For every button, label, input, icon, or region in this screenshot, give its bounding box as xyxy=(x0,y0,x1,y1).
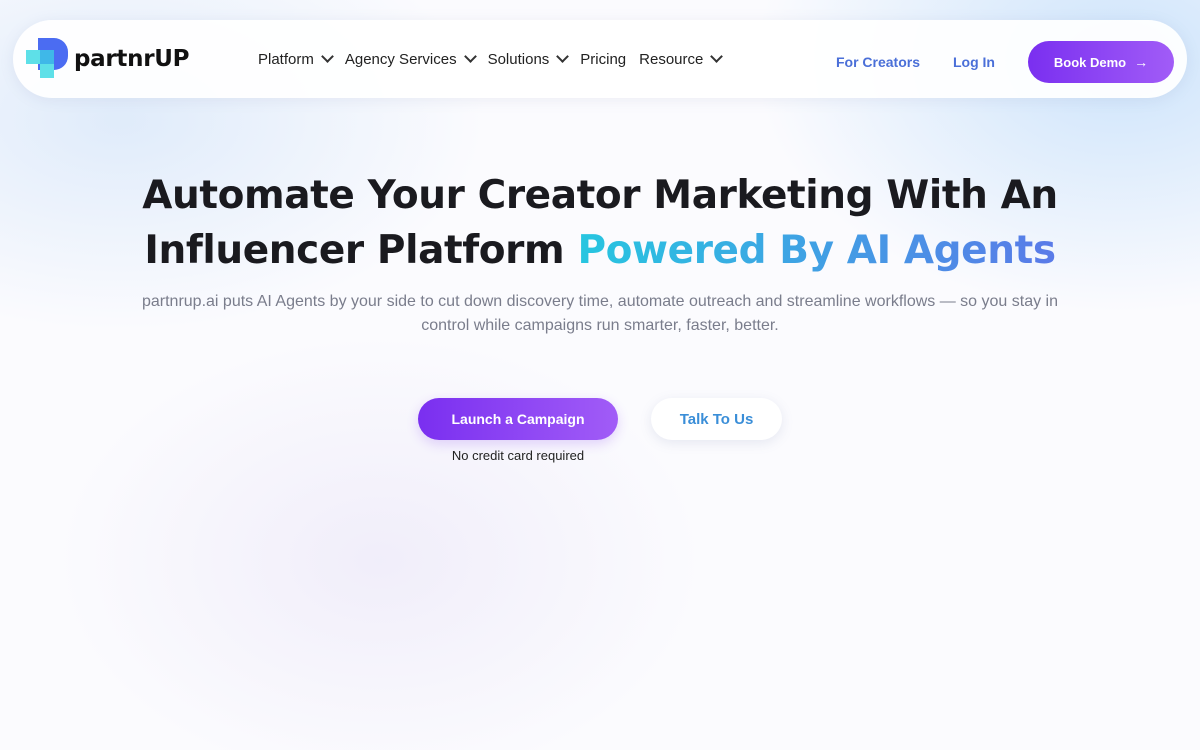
chevron-down-icon xyxy=(710,50,724,63)
hero-title: Automate Your Creator Marketing With An … xyxy=(0,168,1200,278)
hero-title-line2: Influencer Platform xyxy=(144,228,578,273)
login-link[interactable]: Log In xyxy=(953,54,995,70)
hero-title-line1: Automate Your Creator Marketing With An xyxy=(142,173,1058,218)
nav-item-solutions[interactable]: Solutions xyxy=(487,50,570,68)
chevron-down-icon xyxy=(463,50,477,63)
hero-subtitle: partnrup.ai puts AI Agents by your side … xyxy=(141,293,1058,334)
nav-item-agency-services[interactable]: Agency Services xyxy=(344,50,477,68)
nav-actions: For Creators Log In Book Demo → xyxy=(836,41,1174,83)
nav-item-label: Pricing xyxy=(580,50,627,68)
brand-logo[interactable]: partnrUP xyxy=(26,38,189,80)
talk-to-us-button[interactable]: Talk To Us xyxy=(651,398,782,440)
launch-campaign-label: Launch a Campaign xyxy=(451,411,585,427)
nav-item-pricing[interactable]: Pricing xyxy=(580,51,626,68)
no-credit-card-note: No credit card required xyxy=(451,448,585,463)
nav-item-platform[interactable]: Platform xyxy=(258,50,334,68)
arrow-right-icon: → xyxy=(1134,54,1149,70)
nav-item-label: Platform xyxy=(258,50,314,68)
nav-menu: Platform Agency Services Solutions Prici… xyxy=(258,20,734,98)
talk-to-us-label: Talk To Us xyxy=(679,410,754,428)
book-demo-label: Book Demo xyxy=(1053,54,1127,70)
nav-item-resource[interactable]: Resource xyxy=(639,50,724,68)
launch-campaign-button[interactable]: Launch a Campaign xyxy=(418,398,618,440)
for-creators-link[interactable]: For Creators xyxy=(836,54,920,70)
nav-item-label: Resource xyxy=(639,50,704,68)
nav-item-label: Solutions xyxy=(487,50,550,68)
top-navbar: partnrUP Platform Agency Services Soluti… xyxy=(13,20,1187,98)
chevron-down-icon xyxy=(320,50,334,63)
nav-item-label: Agency Services xyxy=(344,50,457,68)
logo-icon xyxy=(26,38,70,80)
brand-name: partnrUP xyxy=(74,46,190,72)
hero-title-accent: Powered By AI Agents xyxy=(577,228,1056,273)
book-demo-button[interactable]: Book Demo → xyxy=(1028,41,1174,83)
chevron-down-icon xyxy=(556,50,570,63)
